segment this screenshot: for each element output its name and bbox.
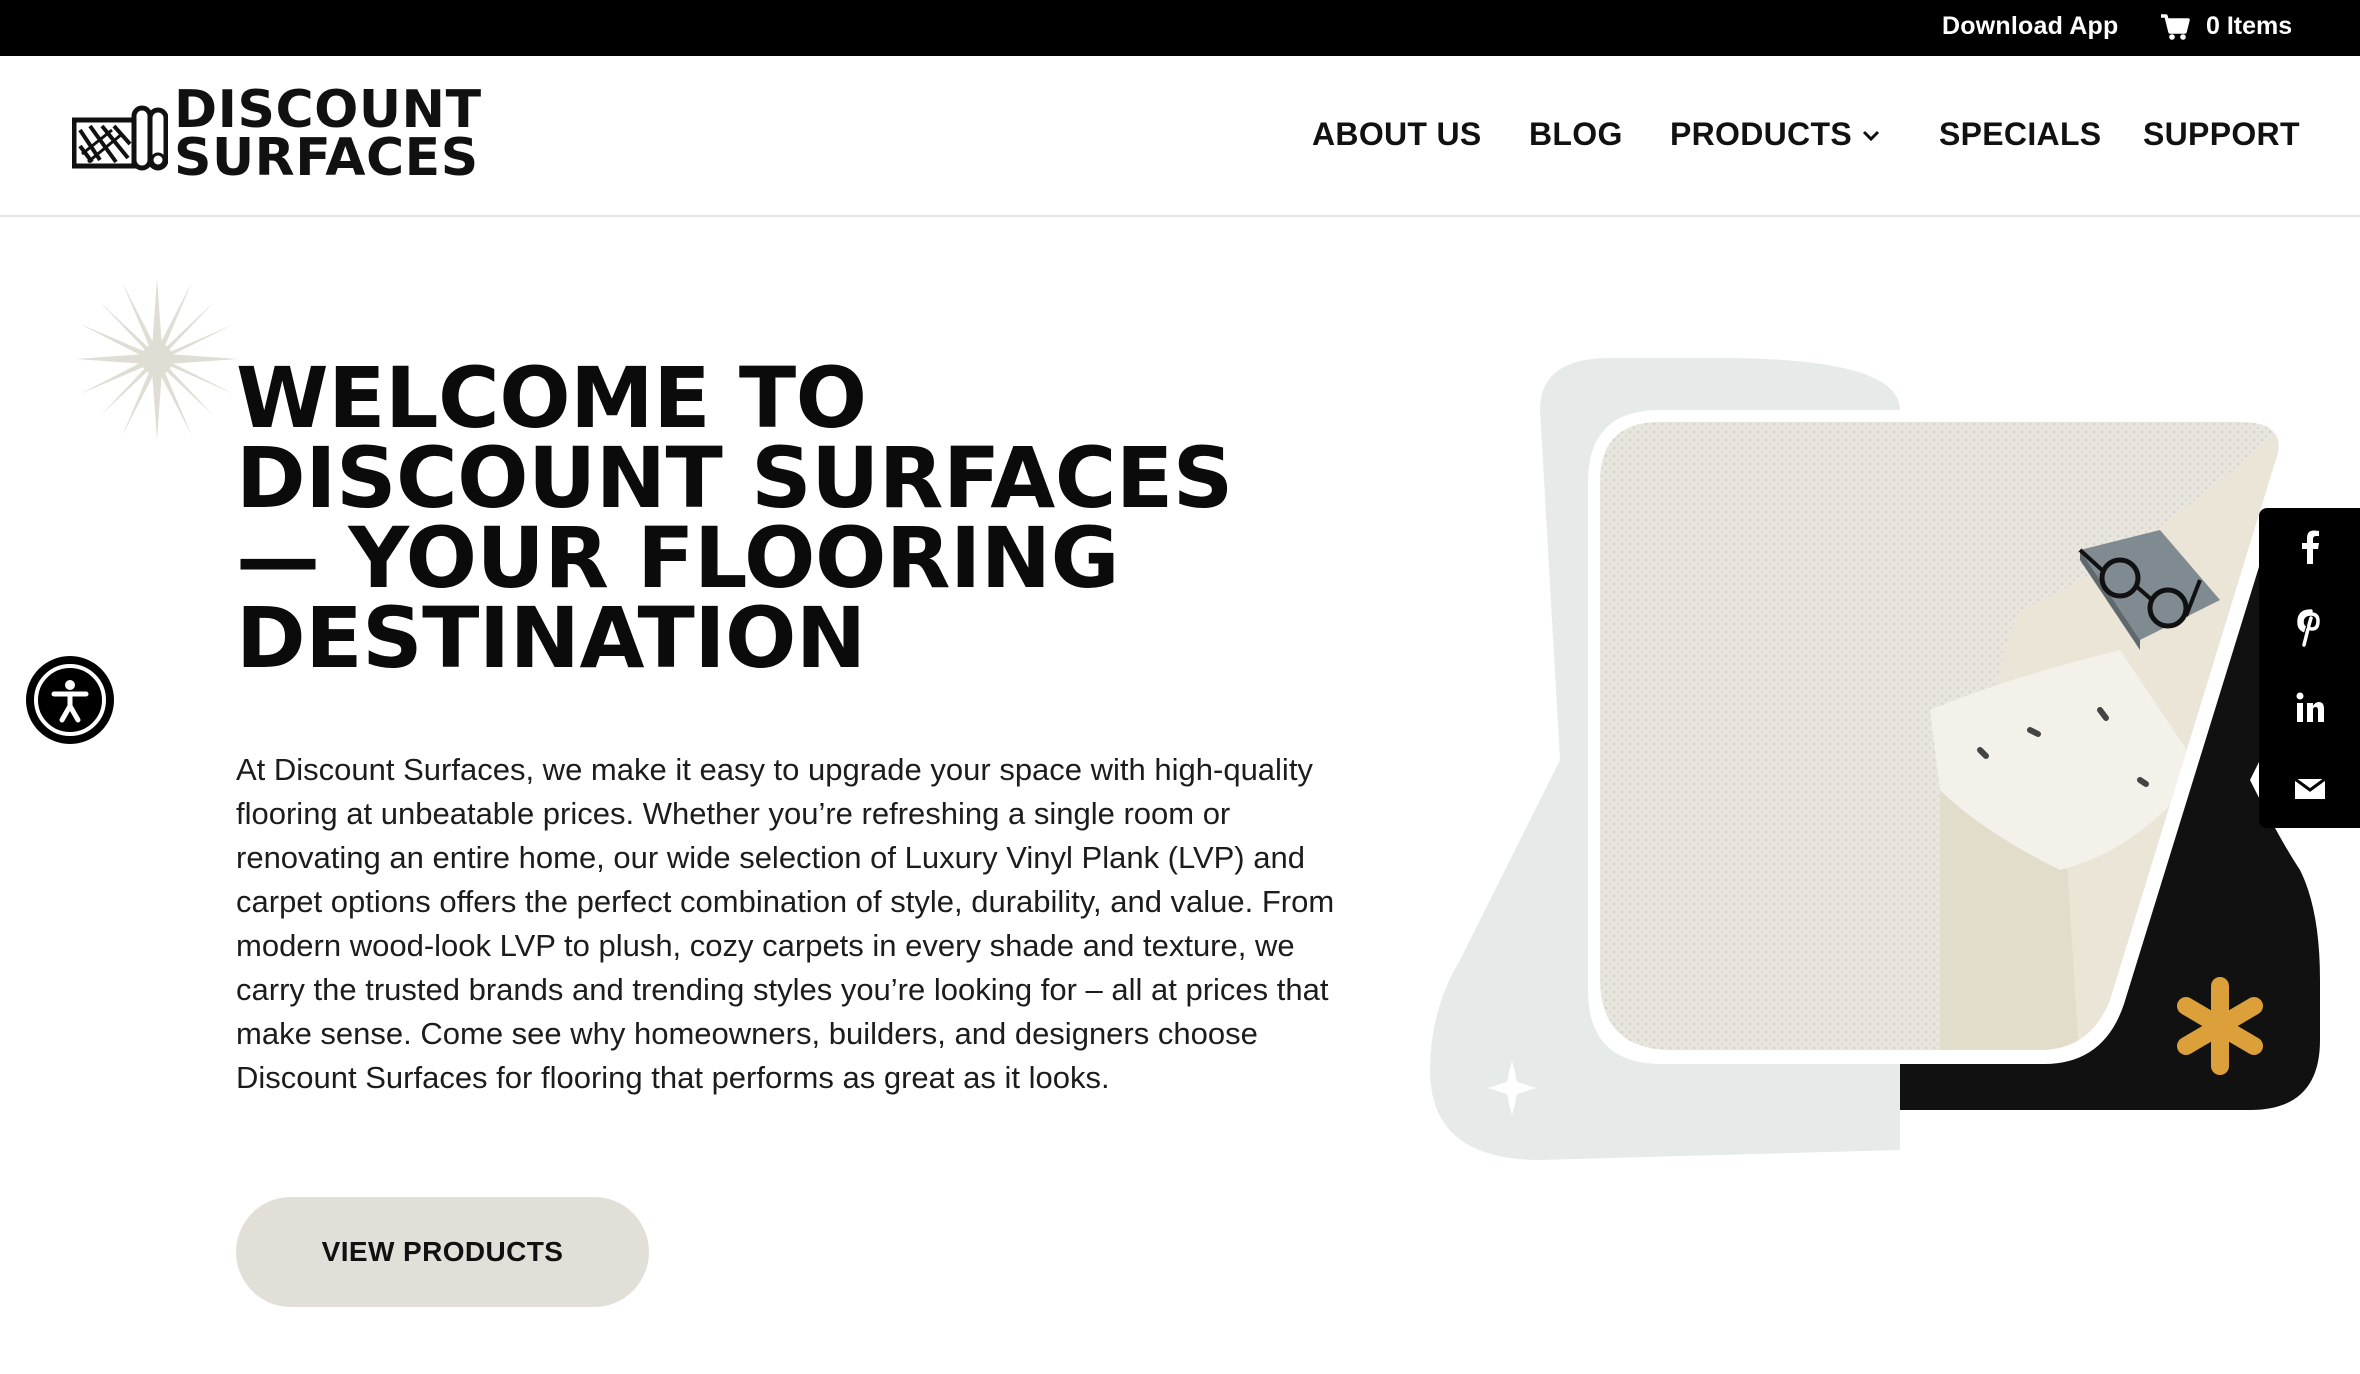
logo-text-line2: SURFACES xyxy=(174,128,479,188)
pinterest-share-button[interactable] xyxy=(2259,588,2360,668)
sparkle-decoration-icon xyxy=(76,278,238,440)
nav-specials[interactable]: SPECIALS xyxy=(1939,116,2101,153)
chevron-down-icon[interactable] xyxy=(1862,130,1880,142)
hero-title-line: — YOUR FLOORING xyxy=(236,509,1120,607)
download-app-link[interactable]: Download App xyxy=(1942,12,2118,41)
cart-count[interactable]: 0 Items xyxy=(2206,12,2292,41)
linkedin-share-button[interactable] xyxy=(2259,668,2360,748)
nav-products[interactable]: PRODUCTS xyxy=(1670,116,1852,153)
hero-title: WELCOME TO DISCOUNT SURFACES — YOUR FLOO… xyxy=(236,349,1276,687)
hero-title-line: DISCOUNT SURFACES xyxy=(236,429,1233,527)
hero-image-composition xyxy=(1430,358,2320,1160)
facebook-share-button[interactable] xyxy=(2259,508,2360,588)
hero-description: At Discount Surfaces, we make it easy to… xyxy=(236,752,1335,1095)
logo-text-line1: DISCOUNT xyxy=(174,80,482,140)
email-icon xyxy=(2293,777,2326,799)
facebook-icon xyxy=(2301,530,2319,564)
accessibility-button[interactable] xyxy=(26,656,114,744)
hero-title-line: DESTINATION xyxy=(236,589,866,687)
accessibility-person-icon xyxy=(51,680,89,723)
nav-about-us[interactable]: ABOUT US xyxy=(1312,116,1482,153)
cart-icon[interactable] xyxy=(2158,8,2192,44)
site-logo[interactable]: DISCOUNT SURFACES xyxy=(72,84,481,186)
nav-blog[interactable]: BLOG xyxy=(1529,116,1623,153)
email-share-button[interactable] xyxy=(2259,748,2360,828)
site-header: DISCOUNT SURFACES ABOUT US BLOG PRODUCTS… xyxy=(0,56,2360,217)
nav-support[interactable]: SUPPORT xyxy=(2143,116,2300,153)
pinterest-icon xyxy=(2296,609,2320,647)
social-share-bar xyxy=(2259,508,2360,828)
top-bar: Download App 0 Items xyxy=(0,0,2360,56)
hero-title-line: WELCOME TO xyxy=(236,349,867,447)
linkedin-icon xyxy=(2296,692,2324,722)
flooring-roll-logo-icon xyxy=(72,105,168,171)
view-products-button[interactable]: VIEW PRODUCTS xyxy=(236,1197,649,1307)
